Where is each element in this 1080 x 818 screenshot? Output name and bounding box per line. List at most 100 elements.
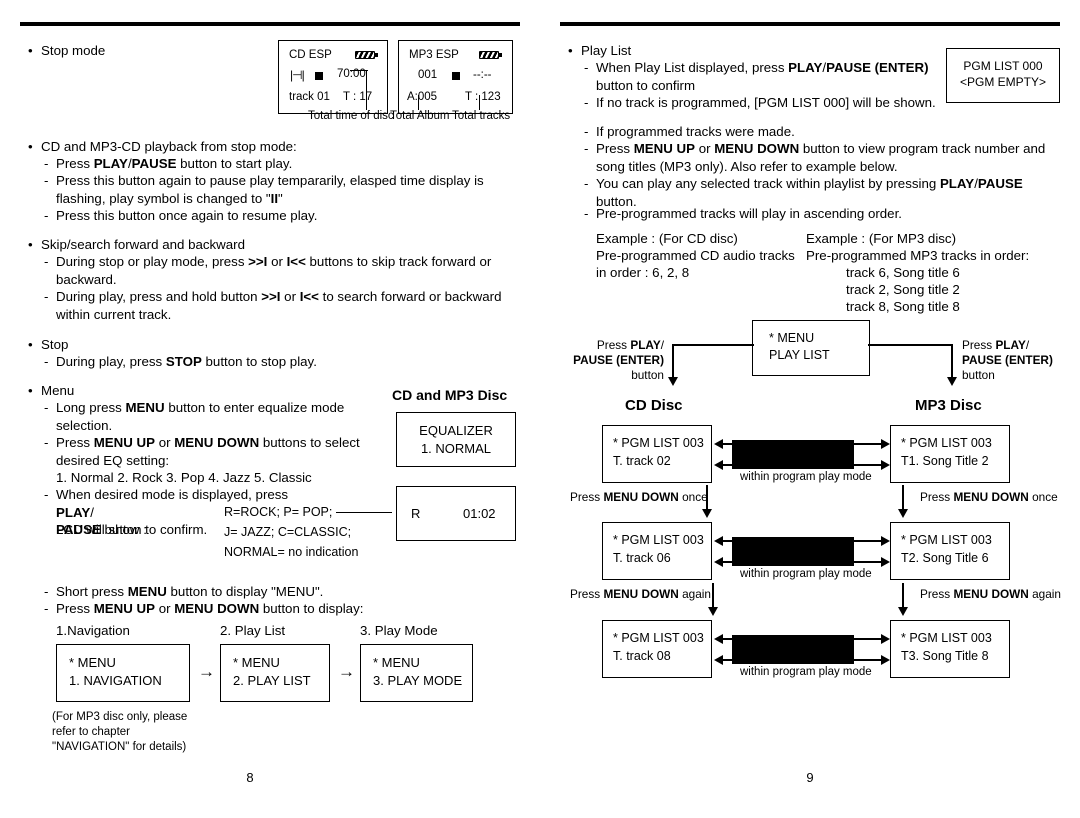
mp3-flow-box-3: * PGM LIST 003 T3. Song Title 8: [890, 620, 1010, 678]
lcd-cd-track: track 01: [289, 91, 330, 103]
step-0-line2: 1. NAVIGATION: [69, 672, 162, 688]
dash-mark: -: [584, 60, 589, 75]
bullet-stop-mode: • Stop mode: [28, 42, 228, 60]
mp3-row-1-line2: T2. Song Title 6: [901, 551, 989, 566]
dash-mark: -: [44, 584, 49, 599]
flow-caption-2: within program play mode: [740, 568, 872, 580]
left-step-arrow-1: [700, 485, 714, 518]
stop-item-0: - During play, press STOP button to stop…: [44, 354, 317, 369]
cd-row-1-line1: * PGM LIST 003: [613, 533, 704, 547]
dash-mark: -: [44, 435, 49, 450]
mp3-flow-box-2: * PGM LIST 003 T2. Song Title 6: [890, 522, 1010, 580]
flow-caption-1: within program play mode: [740, 471, 872, 483]
playback-heading: CD and MP3-CD playback from stop mode:: [41, 139, 297, 154]
dash-mark: -: [584, 176, 589, 191]
bullet-play-list: • Play List: [568, 42, 968, 60]
dash-mark: -: [584, 95, 589, 110]
leader-line-total-time-v: [366, 70, 368, 110]
cd-flow-box-1: * PGM LIST 003 T. track 02: [602, 425, 712, 483]
pgm-empty-box: PGM LIST 000 <PGM EMPTY>: [946, 48, 1060, 103]
right-step-arrow-2: [896, 583, 910, 616]
example-cd-line-1: Pre-programmed CD audio tracks: [596, 248, 795, 263]
eq-result-lcd: R 01:02: [396, 486, 516, 541]
bullet-dot-icon: •: [28, 237, 33, 252]
eq-legend-1: J= JAZZ; C=CLASSIC;: [224, 525, 352, 539]
caption-total-tracks: Total tracks: [452, 110, 511, 122]
lcd-mp3-esp: MP3 ESP 001 --:-- A:005 T : 123: [398, 40, 513, 114]
manual-page-spread: • Stop mode CD ESP |⊣| 70:00 track 01 T …: [0, 0, 1080, 818]
cd-row-2-line1: * PGM LIST 003: [613, 631, 704, 645]
dash-mark: -: [44, 254, 49, 269]
mp3-flow-box-1: * PGM LIST 003 T1. Song Title 2: [890, 425, 1010, 483]
step-label-1: 2. Play List: [220, 623, 286, 638]
dash-mark: -: [44, 208, 49, 223]
mp3-disc-title: MP3 Disc: [915, 397, 982, 414]
step-label-0: 1.Navigation: [56, 623, 130, 638]
example-mp3-track-2: track 8, Song title 8: [846, 299, 960, 314]
cd-mp3-disc-title: CD and MP3 Disc: [392, 387, 508, 403]
cd-row-0-line2: T. track 02: [613, 454, 671, 469]
flow-connector-right-h: [868, 344, 952, 346]
bullet-menu: • Menu: [28, 382, 328, 400]
right-page: • Play List - When Play List displayed, …: [560, 0, 1080, 818]
cd-row-2-line2: T. track 08: [613, 649, 671, 664]
battery-icon: [479, 50, 502, 59]
bullet-dot-icon: •: [28, 383, 33, 398]
disc-icon: |⊣|: [290, 68, 305, 82]
navigation-footnote: (For MP3 disc only, please refer to chap…: [52, 710, 187, 755]
bullet-playback: • CD and MP3-CD playback from stop mode:: [28, 138, 508, 156]
dash-mark: -: [584, 124, 589, 139]
example-mp3-track-0: track 6, Song title 6: [846, 265, 960, 280]
mp3-row-0-line2: T1. Song Title 2: [901, 454, 989, 469]
equalizer-line1: EQUALIZER: [419, 423, 493, 438]
step-0-line1: * MENU: [69, 655, 116, 670]
eq-result-left: R: [411, 506, 421, 521]
step-box-navigation: * MENU 1. NAVIGATION: [56, 644, 190, 702]
page-number-right: 9: [806, 770, 814, 785]
cd-flow-box-2: * PGM LIST 003 T. track 06: [602, 522, 712, 580]
menu-nav-item-0: - Short press MENU button to display "ME…: [44, 584, 324, 599]
dash-mark: -: [44, 487, 49, 502]
menu-nav-item-1: - Press MENU UP or MENU DOWN button to d…: [44, 601, 364, 616]
dash-mark: -: [584, 206, 589, 221]
eq-result-right: 01:02: [463, 506, 496, 521]
stop-square-icon: [315, 71, 323, 80]
playback-item-0: - Press PLAY/PAUSE button to start play.: [44, 156, 293, 171]
playlist-item-1: - If no track is programmed, [PGM LIST 0…: [584, 95, 936, 110]
header-rule-left: [20, 22, 520, 26]
leader-line-eq: [336, 512, 392, 514]
bullet-stop: • Stop: [28, 336, 328, 354]
battery-icon: [355, 50, 378, 59]
redacted-bar-3: [732, 635, 854, 664]
stop-square-icon: [452, 71, 460, 80]
skip-item-1: - During play, press and hold button >>I…: [44, 289, 502, 322]
caption-total-time: Total time of disc: [308, 110, 394, 122]
step-1-line1: * MENU: [233, 655, 280, 670]
menu-lcd-will-show: LCD will show :: [56, 522, 147, 537]
arrow-right-icon: →: [198, 662, 215, 681]
step-box-playlist: * MENU 2. PLAY LIST: [220, 644, 330, 702]
play-list-heading: Play List: [581, 43, 632, 58]
playback-item-2: - Press this button once again to resume…: [44, 208, 318, 223]
footnote-line-2: "NAVIGATION" for details): [52, 741, 187, 753]
playlist-item-0: - When Play List displayed, press PLAY/P…: [584, 60, 929, 93]
equalizer-line2: 1. NORMAL: [420, 440, 492, 456]
bullet-skip-search: • Skip/search forward and backward: [28, 236, 508, 254]
footnote-line-1: refer to chapter: [52, 726, 130, 738]
cd-row-1-line2: T. track 06: [613, 551, 671, 566]
footnote-line-0: (For MP3 disc only, please: [52, 711, 188, 723]
redacted-bar-1: [732, 440, 854, 469]
example-mp3-line-1: Pre-programmed MP3 tracks in order:: [806, 248, 1030, 263]
playlist-item-2: - If programmed tracks were made.: [584, 124, 795, 139]
example-mp3-line-0: Example : (For MP3 disc): [806, 231, 956, 246]
playlist-item-3: - Press MENU UP or MENU DOWN button to v…: [584, 141, 1046, 174]
flow-caption-3: within program play mode: [740, 666, 872, 678]
mp3-row-2-line2: T3. Song Title 8: [901, 649, 989, 664]
leader-line-total-album: [418, 95, 420, 110]
right-step-label-2: Press MENU DOWN again: [920, 587, 1061, 601]
caption-total-album: Total Album: [390, 110, 450, 122]
mp3-row-2-line1: * PGM LIST 003: [901, 631, 992, 645]
flow-arrow-down-left: [666, 344, 680, 386]
eq-legend-2: NORMAL= no indication: [224, 545, 359, 559]
right-step-arrow-1: [896, 485, 910, 518]
